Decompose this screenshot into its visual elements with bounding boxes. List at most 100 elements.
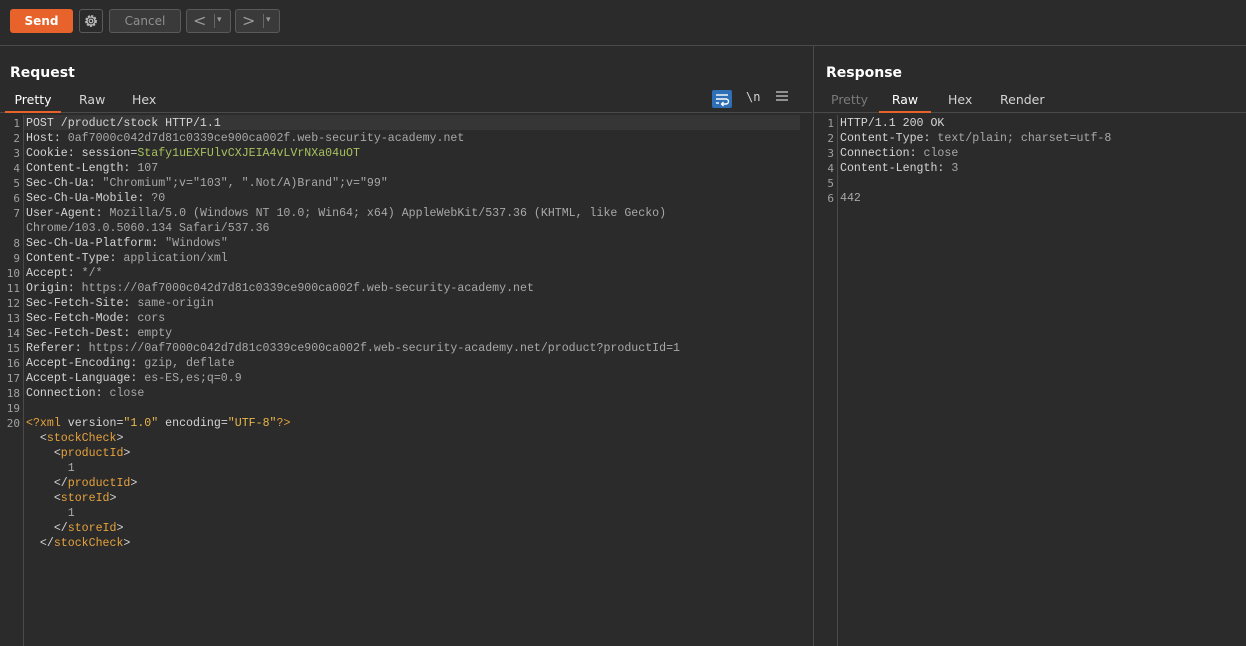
code-line: Content-Type: application/xml [26,251,228,266]
code-token: Cookie: session= [26,147,138,160]
code-token: </ [26,537,54,550]
code-line: Connection: close [26,386,144,401]
top-toolbar: Send Cancel < ▾ > ▾ [0,0,1246,46]
code-line: User-Agent: Mozilla/5.0 (Windows NT 10.0… [26,206,666,221]
line-number: 1 [827,117,834,130]
tab-render[interactable]: Render [1000,90,1045,111]
response-title: Response [826,65,903,81]
request-panel: Request Pretty Raw Hex \n 1 2 3 4 5 6 7 8 9 10 11 1… [0,46,812,646]
code-token: Connection: [840,147,924,160]
code-token: Content-Length: [26,162,138,175]
cancel-button[interactable]: Cancel [109,9,181,33]
settings-button[interactable] [79,9,103,33]
line-number: 19 [6,402,20,415]
code-token: https://0af7000c042d7d81c0339ce900ca002f… [81,282,534,295]
code-token: cors [137,312,166,325]
tab-hex[interactable]: Hex [132,90,156,111]
code-line: </productId> [26,476,138,491]
button-divider [263,14,264,28]
request-editor-tools: \n [708,90,798,110]
hamburger-menu-icon[interactable] [776,90,788,106]
chevron-right-icon: > [242,11,256,30]
code-token: productId [67,477,131,490]
code-token: Accept-Encoding: [26,357,145,370]
line-number: 18 [6,387,20,400]
code-token: application/xml [123,252,228,265]
code-token: storeId [60,492,110,505]
code-line: Sec-Ch-Ua: "Chromium";v="103", ".Not/A)B… [26,176,388,191]
code-token: Sec-Fetch-Mode: [26,312,138,325]
code-line: Host: 0af7000c042d7d81c0339ce900ca002f.w… [26,131,464,146]
line-number: 14 [6,327,20,340]
show-newlines-toggle[interactable]: \n [746,90,760,104]
code-token: storeId [67,522,117,535]
code-token: > [116,522,124,535]
code-token: 3 [951,162,959,175]
code-token: Sec-Fetch-Site: [26,297,138,310]
response-editor[interactable]: 123456 HTTP/1.1 200 OK Content-Type: text… [814,115,1246,646]
code-line: Sec-Fetch-Mode: cors [26,311,165,326]
code-token: 1 [26,462,75,475]
line-number: 10 [6,267,20,280]
code-token: empty [137,327,173,340]
code-token: close [109,387,145,400]
code-line: <productId> [26,446,131,461]
tab-raw[interactable]: Raw [879,90,931,113]
code-token: Sec-Fetch-Dest: [26,327,138,340]
line-number: 16 [6,357,20,370]
code-token: Content-Type: [26,252,124,265]
code-line: POST /product/stock HTTP/1.1 [26,116,221,131]
line-number: 3 [13,147,20,160]
code-line: 442 [840,191,861,206]
request-editor[interactable]: 1 2 3 4 5 6 7 8 9 10 11 12 13 14 15 16 17 18 19 20 POST /pr… [0,115,812,646]
send-button[interactable]: Send [10,9,73,33]
line-number: 20 [6,417,20,430]
code-line: Sec-Fetch-Site: same-origin [26,296,214,311]
code-token: gzip, deflate [144,357,235,370]
tab-raw[interactable]: Raw [79,90,105,111]
line-number: 15 [6,342,20,355]
line-number-gutter: 1 2 3 4 5 6 7 8 9 10 11 12 13 14 15 16 17 18 19 20 [0,115,24,646]
code-token: > [109,492,117,505]
code-token: <?xml [26,417,68,430]
forward-button[interactable]: > ▾ [235,9,280,33]
code-token: Sec-Ch-Ua: [26,177,103,190]
line-number: 5 [827,177,834,190]
code-token: Host: [26,132,68,145]
code-line: Origin: https://0af7000c042d7d81c0339ce9… [26,281,534,296]
code-line: Referer: https://0af7000c042d7d81c0339ce… [26,341,680,356]
line-number: 1 [13,117,20,130]
code-token: </ [26,477,68,490]
code-token: version= [67,417,124,430]
line-number: 17 [6,372,20,385]
tab-pretty[interactable]: Pretty [5,90,61,113]
line-number: 12 [6,297,20,310]
chevron-down-icon[interactable]: ▾ [217,15,222,25]
code-token: "Chromium";v="103", ".Not/A)Brand";v="99… [102,177,388,190]
chevron-down-icon[interactable]: ▾ [266,15,271,25]
code-token: Referer: [26,342,89,355]
code-line: Connection: close [840,146,958,161]
gear-icon [85,15,97,27]
code-token: User-Agent: [26,207,110,220]
code-line: <stockCheck> [26,431,124,446]
code-token: */* [81,267,103,280]
code-token: > [123,447,131,460]
back-button[interactable]: < ▾ [186,9,231,33]
code-token: Mozilla/5.0 (Windows NT 10.0; Win64; x64… [109,207,667,220]
line-number: 6 [13,192,20,205]
line-number: 2 [13,132,20,145]
code-token: Content-Type: [840,132,938,145]
line-number: 9 [13,252,20,265]
code-token: < [26,492,61,505]
code-token: > [130,477,138,490]
line-number: 2 [827,132,834,145]
code-line: Accept-Encoding: gzip, deflate [26,356,235,371]
code-token: encoding= [158,417,228,430]
wrap-lines-icon[interactable] [712,90,732,108]
tab-hex[interactable]: Hex [948,90,972,111]
code-line: Sec-Ch-Ua-Mobile: ?0 [26,191,165,206]
request-title: Request [10,65,75,81]
code-token: "UTF-8" [227,417,277,430]
code-token: Content-Length: [840,162,952,175]
